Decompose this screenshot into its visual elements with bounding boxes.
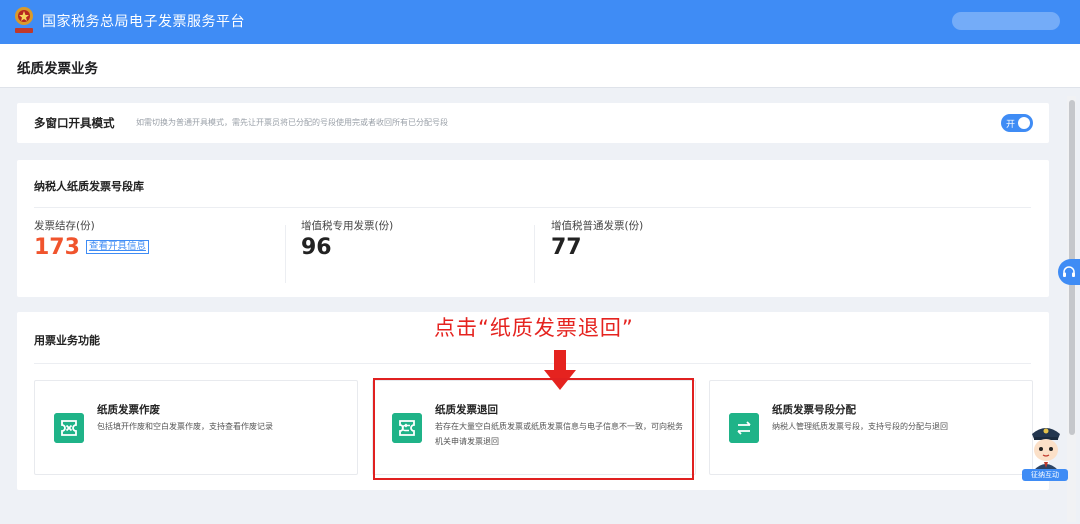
headset-icon — [1063, 266, 1075, 277]
toggle-on-label: 开 — [1006, 120, 1016, 130]
instruction-annotation: 点击“纸质发票退回” — [434, 316, 634, 340]
void-invoice-icon — [54, 413, 84, 443]
stat-invoice-balance: 发票结存(份) 173 查看开具信息 — [34, 218, 149, 260]
paper-invoice-segment-allocation-card[interactable]: 纸质发票号段分配 纳税人管理纸质发票号段，支持号段的分配与退回 — [709, 380, 1033, 475]
stat-number: 96 — [301, 235, 332, 260]
multi-window-mode-panel: 多窗口开具模式 如需切换为普通开具模式，需先让开票员将已分配的号段使用完或者收回… — [17, 103, 1049, 143]
invoice-pool-divider — [34, 207, 1031, 208]
stat-special-vat-invoice: 增值税专用发票(份) 96 — [301, 218, 393, 260]
page-title: 纸质发票业务 — [17, 61, 98, 77]
invoice-functions-divider — [34, 363, 1031, 364]
transfer-icon — [729, 413, 759, 443]
stat-label: 增值税专用发票(份) — [301, 220, 394, 232]
mascot-label[interactable]: 征纳互动 — [1022, 469, 1068, 481]
stat-ordinary-vat-invoice: 增值税普通发票(份) 77 — [551, 218, 643, 260]
customer-support-button[interactable] — [1058, 259, 1080, 285]
card-title: 纸质发票作废 — [97, 404, 160, 416]
page-header: 纸质发票业务 — [0, 44, 1080, 88]
multi-window-mode-hint: 如需切换为普通开具模式，需先让开票员将已分配的号段使用完或者收回所有已分配号段 — [136, 118, 448, 127]
card-description: 纳税人管理纸质发票号段，支持号段的分配与退回 — [772, 422, 948, 431]
tax-emblem-icon — [15, 7, 33, 33]
card-title: 纸质发票号段分配 — [772, 404, 856, 416]
toggle-knob — [1018, 117, 1030, 129]
highlight-box — [373, 378, 694, 480]
top-bar: 国家税务总局电子发票服务平台 — [0, 0, 1080, 44]
multi-window-mode-label: 多窗口开具模式 — [34, 116, 115, 130]
invoice-pool-title: 纳税人纸质发票号段库 — [34, 180, 144, 193]
stat-value: 173 查看开具信息 — [34, 235, 149, 260]
stat-number: 77 — [551, 235, 582, 260]
user-info[interactable] — [952, 12, 1060, 30]
invoice-functions-title: 用票业务功能 — [34, 334, 100, 347]
stat-divider — [534, 225, 535, 283]
app-title: 国家税务总局电子发票服务平台 — [42, 14, 245, 30]
invoice-pool-panel: 纳税人纸质发票号段库 发票结存(份) 173 查看开具信息 增值税专用发票(份) … — [17, 160, 1049, 297]
stat-label: 发票结存(份) — [34, 220, 95, 232]
view-issue-info-link[interactable]: 查看开具信息 — [85, 240, 149, 254]
card-description: 包括填开作废和空白发票作废，支持查看作废记录 — [97, 422, 273, 431]
multi-window-mode-toggle[interactable]: 开 — [1001, 114, 1033, 132]
stat-label: 增值税普通发票(份) — [551, 220, 644, 232]
header-divider — [0, 87, 1080, 88]
stat-divider — [285, 225, 286, 283]
stat-number: 173 — [34, 235, 80, 260]
paper-invoice-void-card[interactable]: 纸质发票作废 包括填开作废和空白发票作废，支持查看作废记录 — [34, 380, 358, 475]
